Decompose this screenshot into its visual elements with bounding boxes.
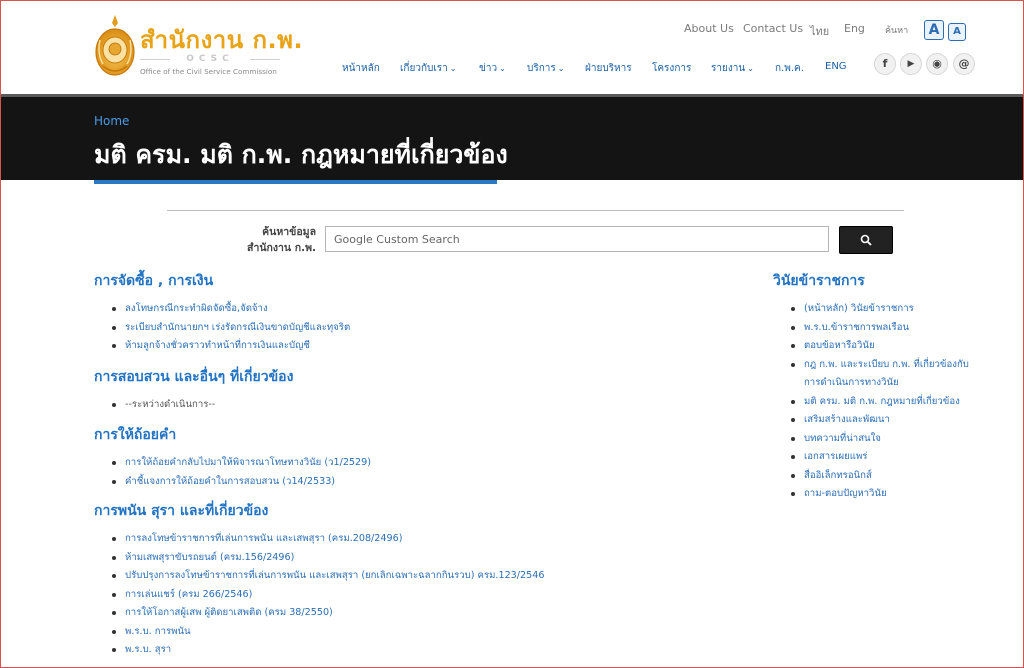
list-item[interactable]: คำชี้แจงการให้ถ้อยคำในการสอบสวน (ว14/253… (110, 473, 371, 492)
sidebar-list: (หน้าหลัก) วินัยข้าราชการ พ.ร.บ.ข้าราชกา… (789, 300, 979, 504)
font-size-large-button[interactable]: A (924, 20, 944, 40)
sidebar-item-resolutions[interactable]: มติ ครม. มติ ก.พ. กฎหมายที่เกี่ยวข้อง (789, 393, 979, 412)
nav-label: บริการ (527, 63, 556, 74)
list-item[interactable]: ลงโทษกรณีกระทำผิดจัดซื้อ,จัดจ้าง (110, 300, 350, 319)
sidebar-item-media[interactable]: สื่ออิเล็กทรอนิกส์ (789, 467, 979, 486)
nav-label: ฝ่ายบริหาร (585, 63, 632, 74)
list-item[interactable]: ห้ามเสพสุราขับรถยนต์ (ครม.156/2496) (110, 549, 544, 568)
sidebar-item-faq[interactable]: ถาม-ตอบปัญหาวินัย (789, 485, 979, 504)
section-title-gambling: การพนัน สุรา และที่เกี่ยวข้อง (94, 503, 269, 519)
title-accent-bar (94, 180, 497, 184)
list-item[interactable]: การให้ถ้อยคำกลับไปมาให้พิจารณาโทษทางวินั… (110, 454, 371, 473)
chevron-down-icon: ⌄ (557, 64, 565, 73)
list-item[interactable]: การลงโทษข้าราชการที่เล่นการพนัน และเสพสุ… (110, 530, 544, 549)
chevron-down-icon: ⌄ (499, 64, 506, 73)
section-title-investigation: การสอบสวน และอื่นๆ ที่เกี่ยวข้อง (94, 369, 294, 385)
sidebar-item-act[interactable]: พ.ร.บ.ข้าราชการพลเรือน (789, 319, 979, 338)
search-button[interactable] (839, 226, 893, 254)
sidebar-item-home[interactable]: (หน้าหลัก) วินัยข้าราชการ (789, 300, 979, 319)
nav-reports[interactable]: รายงาน ⌄ (711, 61, 754, 76)
list-item: --ระหว่างดำเนินการ-- (110, 396, 215, 415)
sidebar-item-regulations[interactable]: กฎ ก.พ. และระเบียบ ก.พ. ที่เกี่ยวข้องกับ… (789, 356, 979, 393)
testimony-list: การให้ถ้อยคำกลับไปมาให้พิจารณาโทษทางวินั… (110, 454, 371, 491)
list-item[interactable]: พ.ร.บ. สุรา (110, 641, 544, 660)
font-size-small-button[interactable]: A (948, 23, 966, 41)
lang-eng-link[interactable]: Eng (844, 22, 865, 35)
sidebar-item-publications[interactable]: เอกสารเผยแพร่ (789, 448, 979, 467)
list-item[interactable]: ห้ามลูกจ้างชั่วคราวทำหน้าที่การเงินและบั… (110, 337, 350, 356)
sidebar-item-consultation[interactable]: ตอบข้อหารือวินัย (789, 337, 979, 356)
lang-thai-link[interactable]: ไทย (810, 22, 829, 40)
nav-mspc[interactable]: ก.พ.ค. (775, 61, 804, 76)
chevron-down-icon: ⌄ (747, 64, 754, 73)
nav-label: ENG (825, 61, 847, 72)
sidebar-item-development[interactable]: เสริมสร้างและพัฒนา (789, 411, 979, 430)
list-item[interactable]: การให้โอกาสผู้เสพ ผู้ติดยาเสพติด (ครม 38… (110, 604, 544, 623)
nav-eng[interactable]: ENG (825, 61, 847, 72)
investigation-list: --ระหว่างดำเนินการ-- (110, 396, 215, 415)
email-icon[interactable]: @ (953, 53, 975, 75)
nav-label: ข่าว (479, 63, 498, 74)
logo-rule-right (250, 59, 280, 60)
youtube-icon[interactable]: ▶ (900, 53, 922, 75)
sidebar-item-articles[interactable]: บทความที่น่าสนใจ (789, 430, 979, 449)
search-icon (860, 234, 872, 246)
search-input[interactable] (325, 226, 829, 252)
list-item[interactable]: ปรับปรุงการลงโทษข้าราชการที่เล่นการพนัน … (110, 567, 544, 586)
nav-about[interactable]: เกี่ยวกับเรา ⌄ (400, 61, 456, 76)
sidebar-title: วินัยข้าราชการ (773, 273, 865, 289)
section-title-procurement: การจัดซื้อ , การเงิน (94, 273, 214, 289)
main-navigation: หน้าหลัก เกี่ยวกับเรา ⌄ ข่าว ⌄ บริการ ⌄ ฝ่า… (0, 61, 1024, 75)
nav-projects[interactable]: โครงการ (652, 61, 691, 76)
gambling-list: การลงโทษข้าราชการที่เล่นการพนัน และเสพสุ… (110, 530, 544, 660)
nav-home[interactable]: หน้าหลัก (342, 61, 380, 76)
rss-icon[interactable]: ◉ (926, 53, 948, 75)
page-title: มติ ครม. มติ ก.พ. กฎหมายที่เกี่ยวข้อง (94, 140, 508, 169)
content-divider (167, 210, 904, 211)
facebook-icon[interactable]: f (874, 53, 896, 75)
section-title-testimony: การให้ถ้อยคำ (94, 427, 177, 443)
nav-executives[interactable]: ฝ่ายบริหาร (585, 61, 632, 76)
nav-label: โครงการ (652, 63, 692, 74)
about-us-link[interactable]: About Us (684, 22, 734, 35)
search-link[interactable]: ค้นหา (885, 23, 908, 37)
contact-us-link[interactable]: Contact Us (743, 22, 803, 35)
procurement-list: ลงโทษกรณีกระทำผิดจัดซื้อ,จัดจ้าง ระเบียบ… (110, 300, 350, 356)
nav-news[interactable]: ข่าว ⌄ (479, 61, 506, 76)
list-item[interactable]: พ.ร.บ. การพนัน (110, 623, 544, 642)
search-label-line2: สำนักงาน ก.พ. (247, 242, 316, 254)
nav-label: รายงาน (711, 63, 746, 74)
search-label: ค้นหาข้อมูล สำนักงาน ก.พ. (224, 224, 316, 256)
search-label-line1: ค้นหาข้อมูล (262, 226, 316, 238)
chevron-down-icon: ⌄ (449, 64, 457, 73)
nav-label: ก.พ.ค. (775, 63, 804, 74)
breadcrumb-home[interactable]: Home (94, 114, 129, 128)
nav-services[interactable]: บริการ ⌄ (527, 61, 564, 76)
list-item[interactable]: การเล่นแชร์ (ครม 266/2546) (110, 586, 544, 605)
list-item[interactable]: ระเบียบสำนักนายกฯ เร่งรัดกรณีเงินขาดบัญช… (110, 319, 350, 338)
banner-divider (0, 94, 1024, 97)
nav-label: เกี่ยวกับเรา (400, 63, 448, 74)
site-header: สำนักงาน ก.พ. OCSC Office of the Civil S… (0, 0, 1024, 96)
nav-label: หน้าหลัก (342, 63, 380, 74)
